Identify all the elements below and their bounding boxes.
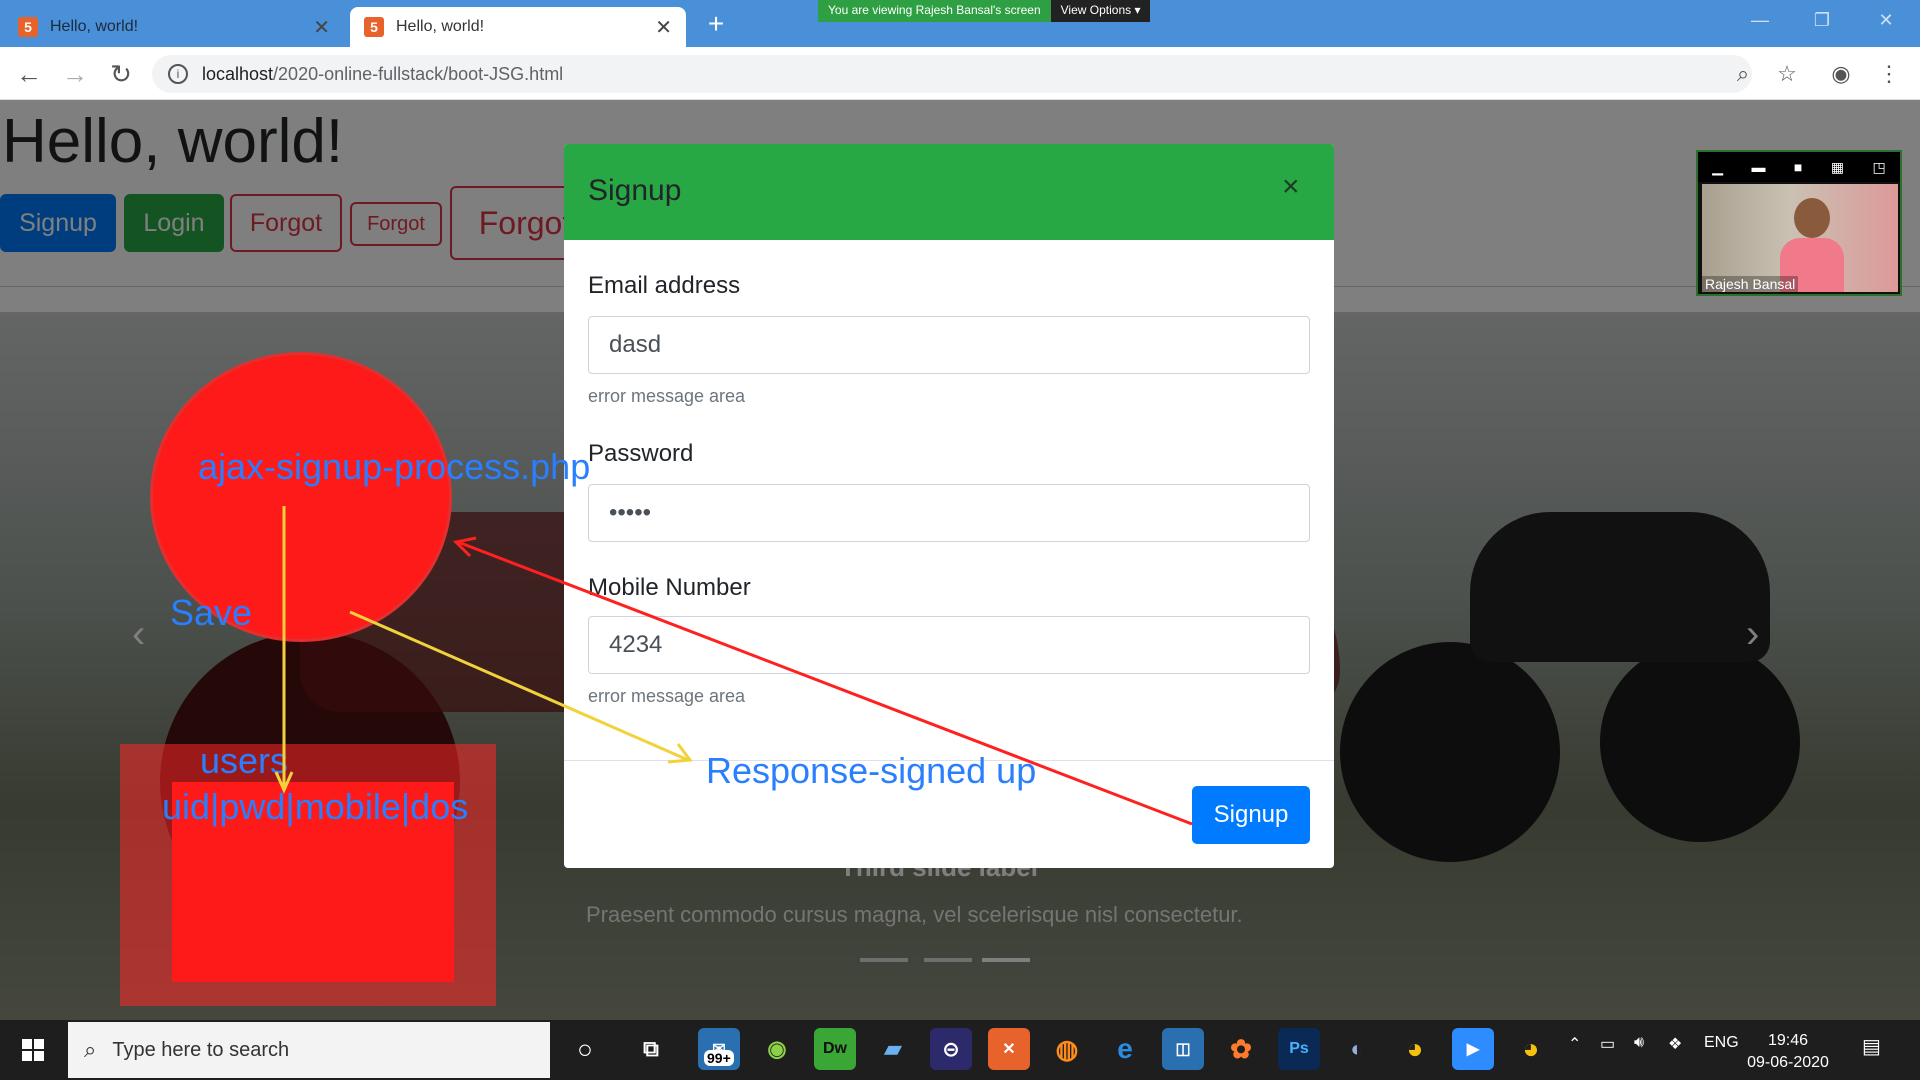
small-view-icon[interactable]: ▬ (1751, 159, 1765, 175)
video-thumbnail[interactable]: ▁ ▬ ■ ▦ ◳ Rajesh Bansal (1696, 150, 1902, 296)
chevron-up-icon[interactable]: ⌃ (1568, 1034, 1581, 1054)
tab-hello-world-2[interactable]: 5 Hello, world! ✕ (350, 7, 686, 47)
profile-icon[interactable]: ◉ (1826, 59, 1856, 89)
close-icon[interactable]: ✕ (313, 15, 330, 40)
minimize-icon[interactable]: — (1740, 4, 1780, 36)
forward-arrow-icon[interactable]: → (58, 57, 92, 91)
info-icon[interactable]: i (168, 64, 188, 84)
app-icon[interactable]: ◫ (1162, 1028, 1204, 1070)
notification-badge: 99+ (704, 1050, 734, 1066)
close-icon[interactable]: × (1282, 170, 1300, 204)
participant-name: Rajesh Bansal (1702, 276, 1799, 292)
xampp-icon[interactable]: ✕ (988, 1028, 1030, 1070)
url-host: localhost (202, 63, 274, 84)
mobile-label: Mobile Number (588, 574, 751, 601)
clock[interactable]: 19:46 09-06-2020 (1742, 1030, 1834, 1074)
screen-share-banner: You are viewing Rajesh Bansal's screen V… (818, 0, 1151, 22)
windows-start-button[interactable] (0, 1020, 66, 1080)
search-placeholder: Type here to search (112, 1038, 290, 1061)
url-path: /2020-online-fullstack/boot-JSG.html (273, 63, 564, 84)
annotation-php-file: ajax-signup-process.php (198, 446, 591, 487)
windows-logo-icon (22, 1039, 44, 1061)
minimize-icon[interactable]: ▁ (1712, 159, 1723, 176)
email-help-text: error message area (588, 386, 746, 406)
cortana-icon[interactable]: ○ (564, 1028, 606, 1070)
view-options-button[interactable]: View Options ▾ (1050, 0, 1151, 22)
video-controls: ▁ ▬ ■ ▦ ◳ (1698, 152, 1900, 182)
html-file-icon: 5 (18, 17, 38, 37)
menu-icon[interactable]: ⋮ (1874, 59, 1904, 89)
annotation-users: users (200, 740, 289, 781)
taskbar-search-input[interactable]: ⌕ Type here to search (68, 1022, 550, 1078)
large-view-icon[interactable]: ■ (1794, 159, 1802, 175)
modal-header: Signup × (564, 144, 1334, 240)
url-input[interactable]: i localhost/2020-online-fullstack/boot-J… (152, 55, 1752, 93)
participant-face (1794, 198, 1830, 238)
modal-title: Signup (588, 174, 682, 207)
html-file-icon: 5 (364, 17, 384, 37)
browser-tab-strip: 5 Hello, world! ✕ 5 Hello, world! ✕ + Yo… (0, 0, 1920, 47)
edge-icon[interactable]: e (1104, 1028, 1146, 1070)
mobile-help-text: error message area (588, 686, 746, 706)
paint-icon[interactable]: ✿ (1220, 1028, 1262, 1070)
back-arrow-icon[interactable]: ← (12, 57, 46, 91)
dropbox-icon[interactable]: ❖ (1668, 1034, 1682, 1054)
firefox-icon[interactable]: ◍ (1046, 1028, 1088, 1070)
explorer-icon[interactable]: ▰ (872, 1028, 914, 1070)
mobile-field[interactable]: 4234 (588, 616, 1310, 674)
expand-icon[interactable]: ◳ (1873, 159, 1886, 176)
search-icon: ⌕ (84, 1037, 97, 1062)
password-label: Password (588, 440, 694, 467)
grid-view-icon[interactable]: ▦ (1831, 159, 1844, 176)
restore-icon[interactable]: ❐ (1802, 4, 1842, 36)
language-indicator[interactable]: ENG (1704, 1034, 1739, 1052)
chrome-icon-2[interactable]: ◕ (1510, 1028, 1552, 1070)
email-label: Email address (588, 272, 741, 299)
star-icon[interactable]: ☆ (1772, 59, 1802, 89)
reload-icon[interactable]: ↻ (104, 57, 138, 91)
task-view-icon[interactable]: ⧉ (630, 1028, 672, 1070)
volume-icon[interactable]: 🔊︎ (1634, 1034, 1644, 1052)
email-field[interactable]: dasd (588, 316, 1310, 374)
annotation-save: Save (170, 592, 253, 633)
new-tab-button[interactable]: + (700, 8, 732, 40)
annotation-columns: uid|pwd|mobile|dos (162, 786, 469, 827)
zoom-icon[interactable]: ⌕ (1728, 59, 1758, 89)
close-icon[interactable]: ✕ (655, 15, 672, 40)
video-app-icon[interactable]: ◐ (1336, 1028, 1378, 1070)
tab-hello-world-1[interactable]: 5 Hello, world! ✕ (4, 7, 344, 47)
tab-title: Hello, world! (396, 18, 485, 35)
close-window-icon[interactable]: ✕ (1866, 4, 1906, 36)
chrome-icon[interactable]: ◕ (1394, 1028, 1436, 1070)
android-studio-icon[interactable]: ◉ (756, 1028, 798, 1070)
clock-date: 09-06-2020 (1747, 1054, 1829, 1071)
annotation-response: Response-signed up (706, 750, 1037, 791)
tab-title: Hello, world! (50, 18, 139, 35)
windows-taskbar: ⌕ Type here to search ○ ⧉ ✉ 99+ ◉ Dw ▰ ⊝… (0, 1020, 1920, 1080)
modal-signup-button[interactable]: Signup (1192, 786, 1310, 844)
clock-time: 19:46 (1767, 1032, 1809, 1049)
dreamweaver-icon[interactable]: Dw (814, 1028, 856, 1070)
share-message: You are viewing Rajesh Bansal's screen (818, 0, 1051, 22)
notifications-icon[interactable]: ▤ (1862, 1034, 1881, 1059)
zoom-app-icon[interactable]: ▶ (1452, 1028, 1494, 1070)
password-field[interactable]: ••••• (588, 484, 1310, 542)
battery-icon[interactable]: ▭ (1600, 1034, 1615, 1054)
photoshop-icon[interactable]: Ps (1278, 1028, 1320, 1070)
eclipse-icon[interactable]: ⊝ (930, 1028, 972, 1070)
address-bar: ← → ↻ i localhost/2020-online-fullstack/… (0, 47, 1920, 100)
